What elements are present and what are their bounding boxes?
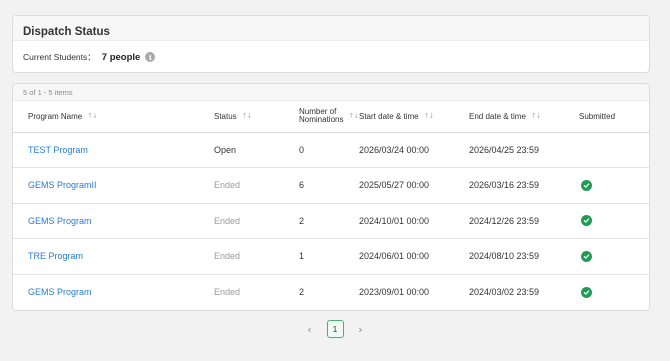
program-table: Program Name ↑↓ Status ↑↓ Number of Nomi… (13, 101, 649, 310)
table-row: TRE Program Ended 1 2024/06/01 00:00 2024/08… (13, 238, 649, 275)
dispatch-status-header: Dispatch Status (13, 16, 649, 41)
cell-start-datetime: 2024/06/01 00:00 (359, 238, 469, 275)
next-page-icon[interactable]: › (350, 323, 372, 336)
status-text: Ended (214, 287, 241, 297)
cell-status: Ended (214, 203, 299, 239)
program-link[interactable]: GEMS Program (28, 216, 92, 226)
cell-nominations: 6 (299, 167, 359, 204)
table-row: GEMS Program Ended 2 2023/09/01 00:00 2024/0… (13, 274, 649, 310)
sort-icon[interactable]: ↑↓ (87, 112, 98, 120)
current-students-label: Current Students： (23, 52, 96, 62)
status-text: Open (214, 144, 237, 155)
cell-end-datetime: 2024/03/02 23:59 (469, 287, 540, 297)
pagination: ‹ 1 › (0, 320, 670, 338)
cell-start-datetime: 2026/03/24 00:00 (359, 132, 469, 168)
table-row: TEST Program Open 0 2026/03/24 00:00 2026/04… (13, 132, 649, 168)
cell-start-datetime: 2024/10/01 00:00 (359, 203, 469, 239)
cell-nominations: 0 (299, 132, 359, 168)
table-body: TEST Program Open 0 2026/03/24 00:00 2026/04… (13, 132, 649, 310)
program-link[interactable]: TRE Program (28, 251, 83, 261)
cell-end-datetime: 2026/04/25 23:59 (469, 132, 579, 168)
cell-program-name: GEMS Program (13, 203, 214, 239)
cell-status: Ended (214, 274, 299, 310)
column-header-label: Submitted (579, 111, 616, 121)
table-header-row: Program Name ↑↓ Status ↑↓ Number of Nomi… (13, 101, 649, 133)
check-circle-icon (581, 179, 592, 191)
cell-start-datetime: 2025/05/27 00:00 (359, 167, 469, 204)
cell-start-datetime: 2023/09/01 00:00 (359, 287, 430, 297)
program-table-card: 5 of 1 - 5 items Program Name ↑↓ Status … (12, 83, 650, 311)
column-header-program-name[interactable]: Program Name ↑↓ (13, 101, 214, 133)
cell-program-name: TEST Program (13, 132, 214, 168)
status-text: Ended (214, 180, 241, 191)
column-header-label: End date & time (469, 111, 526, 121)
check-circle-icon (581, 250, 592, 262)
cell-end-datetime: 2024/12/26 23:59 (469, 203, 579, 239)
table-row: GEMS ProgramII Ended 6 2025/05/27 00:00 2026… (13, 167, 649, 204)
program-link[interactable]: GEMS ProgramII (28, 180, 97, 190)
cell-program-name: GEMS ProgramII (13, 167, 214, 204)
sort-icon[interactable]: ↑↓ (531, 112, 542, 120)
cell-program-name: TRE Program (13, 238, 214, 275)
cell-submitted (579, 203, 649, 239)
column-header-end[interactable]: End date & time ↑↓ (469, 101, 579, 133)
column-header-label: Program Name (28, 111, 83, 121)
table-row: GEMS Program Ended 2 2024/10/01 00:00 2024/1… (13, 203, 649, 239)
program-link[interactable]: GEMS Program (28, 287, 92, 297)
sort-icon[interactable]: ↑↓ (424, 112, 435, 120)
cell-status: Open (214, 132, 299, 168)
column-header-start[interactable]: Start date & time ↑↓ (359, 101, 469, 133)
cell-end-datetime: 2024/08/10 23:59 (469, 238, 579, 275)
column-header-label-line2: Nominations (299, 115, 344, 125)
cell-nominations: 2 (299, 203, 359, 239)
column-header-status[interactable]: Status ↑↓ (214, 101, 299, 133)
status-text: Ended (214, 215, 241, 226)
cell-status: Ended (214, 238, 299, 275)
current-students-value: 7 people (101, 51, 141, 63)
page-number-button[interactable]: 1 (326, 320, 344, 338)
column-header-label: Start date & time (359, 111, 419, 121)
cell-submitted (579, 274, 649, 310)
cell-nominations: 2 (299, 287, 305, 297)
dispatch-status-title: Dispatch Status (23, 26, 110, 38)
column-header-nominations[interactable]: Number of Nominations ↑↓ (299, 101, 359, 133)
prev-page-icon[interactable]: ‹ (299, 323, 321, 336)
cell-nominations: 1 (299, 238, 359, 275)
check-circle-icon (581, 215, 592, 227)
current-students-row: Current Students： 7 people i (13, 41, 649, 63)
cell-program-name: GEMS Program (13, 274, 214, 310)
cell-submitted (579, 132, 649, 168)
sort-icon[interactable]: ↑↓ (242, 112, 253, 120)
status-text: Ended (214, 251, 241, 262)
program-link[interactable]: TEST Program (28, 145, 88, 155)
item-count: 5 of 1 - 5 items (13, 84, 649, 101)
column-header-label: Status (214, 111, 237, 121)
dispatch-status-card: Dispatch Status Current Students： 7 peop… (12, 15, 650, 73)
cell-end-datetime: 2026/03/16 23:59 (469, 167, 579, 204)
cell-status: Ended (214, 167, 299, 204)
cell-submitted (579, 238, 649, 275)
column-header-submitted: Submitted (579, 101, 649, 133)
sort-icon[interactable]: ↑↓ (348, 112, 359, 120)
info-icon[interactable]: i (145, 52, 156, 62)
check-circle-icon (581, 286, 592, 298)
cell-submitted (579, 167, 649, 204)
column-header-label: Number of Nominations (299, 108, 343, 124)
